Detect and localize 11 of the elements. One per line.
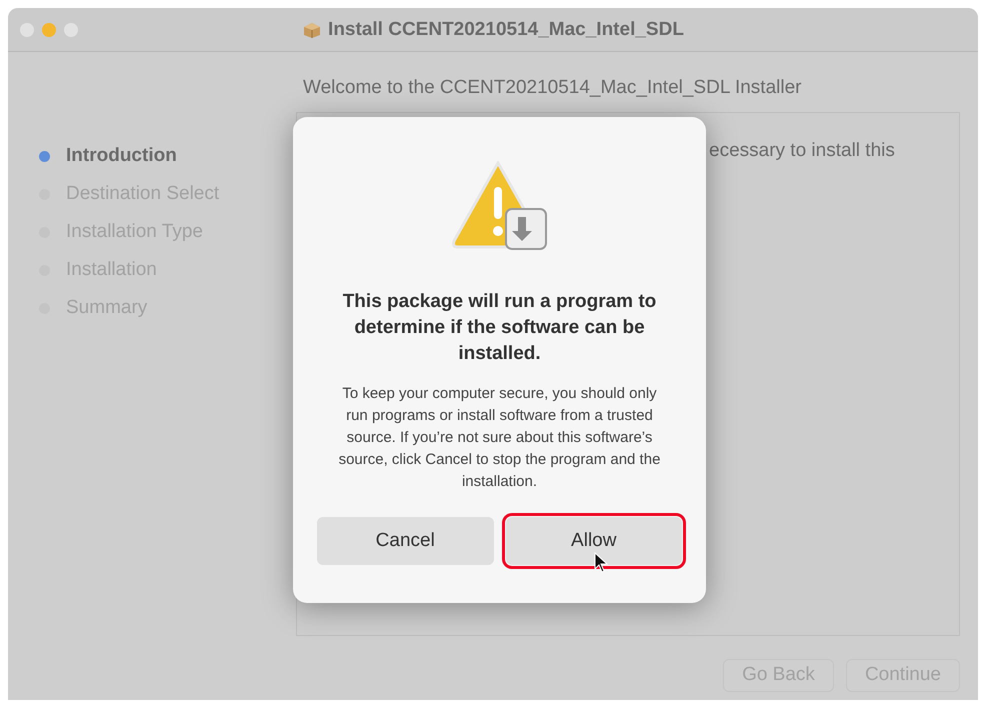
warning-package-icon — [450, 161, 550, 253]
window-title: Install CCENT20210514_Mac_Intel_SDL — [328, 18, 684, 42]
mouse-pointer-icon — [594, 552, 608, 574]
dialog-title: This package will run a program to determine if the software can be installed. — [342, 290, 658, 366]
step-label: Introduction — [66, 144, 177, 168]
minimize-button[interactable] — [42, 22, 56, 36]
dialog-message: To keep your computer secure, you should only run programs or install software from a trusted source. If you’re not sure about this software’s source, click Cancel to stop the program and the installation. — [338, 384, 662, 492]
package-box-icon — [302, 21, 322, 39]
content-text: ecessary to install this — [709, 140, 895, 161]
dialog-button[interactable]: Cancel — [317, 517, 494, 565]
content-heading: Welcome to the CCENT20210514_Mac_Intel_SDL Installer — [303, 76, 802, 100]
